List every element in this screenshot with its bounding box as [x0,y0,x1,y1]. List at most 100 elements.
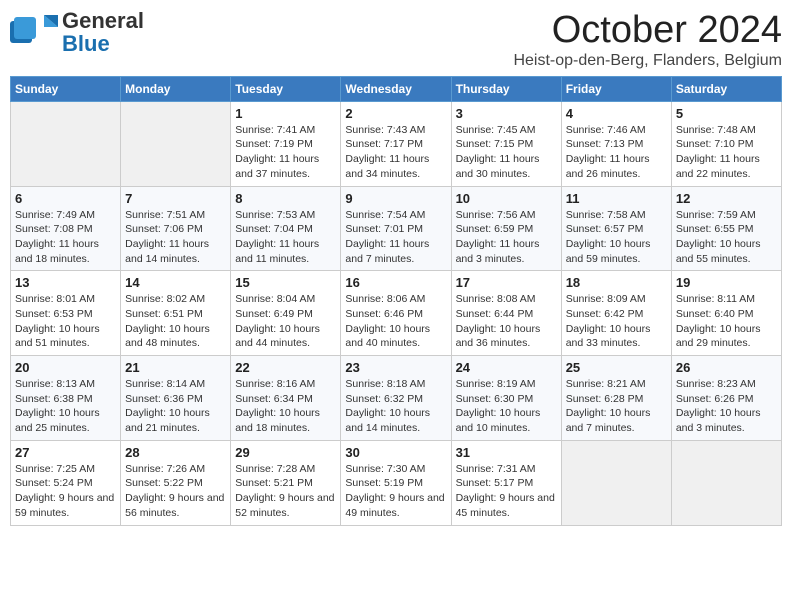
day-info: Sunrise: 8:02 AMSunset: 6:51 PMDaylight:… [125,292,226,351]
day-number: 28 [125,445,226,460]
calendar-cell: 3Sunrise: 7:45 AMSunset: 7:15 PMDaylight… [451,101,561,186]
day-info: Sunrise: 7:26 AMSunset: 5:22 PMDaylight:… [125,462,226,521]
day-header-wednesday: Wednesday [341,76,451,101]
calendar-cell: 6 Sunrise: 7:49 AMSunset: 7:08 PMDaylight… [11,186,121,271]
day-info: Sunrise: 8:08 AMSunset: 6:44 PMDaylight:… [456,292,557,351]
title-block: October 2024 Heist-op-den-Berg, Flanders… [513,10,782,70]
calendar-cell: 23 Sunrise: 8:18 AMSunset: 6:32 PMDayligh… [341,356,451,441]
calendar-cell [11,101,121,186]
day-info: Sunrise: 7:59 AMSunset: 6:55 PMDaylight:… [676,208,777,267]
day-header-tuesday: Tuesday [231,76,341,101]
day-number: 17 [456,275,557,290]
day-number: 21 [125,360,226,375]
day-info: Sunrise: 7:31 AMSunset: 5:17 PMDaylight:… [456,462,557,521]
day-number: 30 [345,445,446,460]
calendar-cell [561,440,671,525]
calendar-cell: 20 Sunrise: 8:13 AMSunset: 6:38 PMDayligh… [11,356,121,441]
logo-icon [10,13,58,53]
calendar-table: SundayMondayTuesdayWednesdayThursdayFrid… [10,76,782,526]
day-number: 12 [676,191,777,206]
day-info: Sunrise: 7:25 AMSunset: 5:24 PMDaylight:… [15,462,116,521]
day-info: Sunrise: 7:49 AMSunset: 7:08 PMDaylight:… [15,208,116,267]
day-number: 13 [15,275,116,290]
calendar-week-row: 6 Sunrise: 7:49 AMSunset: 7:08 PMDaylight… [11,186,782,271]
calendar-cell: 13 Sunrise: 8:01 AMSunset: 6:53 PMDayligh… [11,271,121,356]
calendar-cell: 9Sunrise: 7:54 AMSunset: 7:01 PMDaylight… [341,186,451,271]
day-info: Sunrise: 7:28 AMSunset: 5:21 PMDaylight:… [235,462,336,521]
day-number: 15 [235,275,336,290]
calendar-cell [121,101,231,186]
calendar-cell: 25 Sunrise: 8:21 AMSunset: 6:28 PMDayligh… [561,356,671,441]
day-number: 6 [15,191,116,206]
day-number: 22 [235,360,336,375]
day-info: Sunrise: 8:16 AMSunset: 6:34 PMDaylight:… [235,377,336,436]
day-info: Sunrise: 7:46 AMSunset: 7:13 PMDaylight:… [566,123,667,182]
day-number: 18 [566,275,667,290]
day-number: 24 [456,360,557,375]
calendar-header-row: SundayMondayTuesdayWednesdayThursdayFrid… [11,76,782,101]
day-info: Sunrise: 7:43 AMSunset: 7:17 PMDaylight:… [345,123,446,182]
day-info: Sunrise: 8:06 AMSunset: 6:46 PMDaylight:… [345,292,446,351]
day-number: 31 [456,445,557,460]
calendar-cell: 15 Sunrise: 8:04 AMSunset: 6:49 PMDayligh… [231,271,341,356]
calendar-cell: 31 Sunrise: 7:31 AMSunset: 5:17 PMDayligh… [451,440,561,525]
day-number: 19 [676,275,777,290]
calendar-cell: 14 Sunrise: 8:02 AMSunset: 6:51 PMDayligh… [121,271,231,356]
day-info: Sunrise: 7:53 AMSunset: 7:04 PMDaylight:… [235,208,336,267]
day-info: Sunrise: 8:21 AMSunset: 6:28 PMDaylight:… [566,377,667,436]
calendar-cell: 8 Sunrise: 7:53 AMSunset: 7:04 PMDaylight… [231,186,341,271]
day-info: Sunrise: 8:04 AMSunset: 6:49 PMDaylight:… [235,292,336,351]
day-number: 14 [125,275,226,290]
day-header-saturday: Saturday [671,76,781,101]
month-year: October 2024 [513,10,782,52]
calendar-cell: 18Sunrise: 8:09 AMSunset: 6:42 PMDayligh… [561,271,671,356]
calendar-cell: 27 Sunrise: 7:25 AMSunset: 5:24 PMDayligh… [11,440,121,525]
calendar-cell: 2 Sunrise: 7:43 AMSunset: 7:17 PMDaylight… [341,101,451,186]
day-number: 1 [235,106,336,121]
day-info: Sunrise: 7:41 AMSunset: 7:19 PMDaylight:… [235,123,336,182]
day-number: 2 [345,106,446,121]
day-number: 5 [676,106,777,121]
day-info: Sunrise: 8:14 AMSunset: 6:36 PMDaylight:… [125,377,226,436]
calendar-cell: 5 Sunrise: 7:48 AMSunset: 7:10 PMDaylight… [671,101,781,186]
day-number: 8 [235,191,336,206]
calendar-cell: 29 Sunrise: 7:28 AMSunset: 5:21 PMDayligh… [231,440,341,525]
logo-text: General Blue [62,8,144,56]
day-info: Sunrise: 7:51 AMSunset: 7:06 PMDaylight:… [125,208,226,267]
calendar-cell: 1 Sunrise: 7:41 AMSunset: 7:19 PMDaylight… [231,101,341,186]
location: Heist-op-den-Berg, Flanders, Belgium [513,52,782,70]
day-info: Sunrise: 8:19 AMSunset: 6:30 PMDaylight:… [456,377,557,436]
logo: General Blue [10,10,144,56]
calendar-cell: 28 Sunrise: 7:26 AMSunset: 5:22 PMDayligh… [121,440,231,525]
day-number: 23 [345,360,446,375]
day-number: 27 [15,445,116,460]
calendar-cell: 12 Sunrise: 7:59 AMSunset: 6:55 PMDayligh… [671,186,781,271]
day-info: Sunrise: 8:23 AMSunset: 6:26 PMDaylight:… [676,377,777,436]
day-info: Sunrise: 8:13 AMSunset: 6:38 PMDaylight:… [15,377,116,436]
day-number: 29 [235,445,336,460]
day-number: 4 [566,106,667,121]
calendar-week-row: 20 Sunrise: 8:13 AMSunset: 6:38 PMDayligh… [11,356,782,441]
calendar-cell: 21 Sunrise: 8:14 AMSunset: 6:36 PMDayligh… [121,356,231,441]
day-info: Sunrise: 7:30 AMSunset: 5:19 PMDaylight:… [345,462,446,521]
day-header-thursday: Thursday [451,76,561,101]
day-number: 10 [456,191,557,206]
calendar-cell: 17 Sunrise: 8:08 AMSunset: 6:44 PMDayligh… [451,271,561,356]
day-info: Sunrise: 8:18 AMSunset: 6:32 PMDaylight:… [345,377,446,436]
calendar-cell [671,440,781,525]
calendar-cell: 24 Sunrise: 8:19 AMSunset: 6:30 PMDayligh… [451,356,561,441]
calendar-cell: 11Sunrise: 7:58 AMSunset: 6:57 PMDayligh… [561,186,671,271]
day-info: Sunrise: 7:48 AMSunset: 7:10 PMDaylight:… [676,123,777,182]
calendar-week-row: 27 Sunrise: 7:25 AMSunset: 5:24 PMDayligh… [11,440,782,525]
day-header-sunday: Sunday [11,76,121,101]
day-number: 20 [15,360,116,375]
day-number: 16 [345,275,446,290]
day-number: 11 [566,191,667,206]
day-info: Sunrise: 8:11 AMSunset: 6:40 PMDaylight:… [676,292,777,351]
page-header: General Blue October 2024 Heist-op-den-B… [10,10,782,70]
calendar-cell: 19 Sunrise: 8:11 AMSunset: 6:40 PMDayligh… [671,271,781,356]
day-info: Sunrise: 8:01 AMSunset: 6:53 PMDaylight:… [15,292,116,351]
calendar-cell: 30 Sunrise: 7:30 AMSunset: 5:19 PMDayligh… [341,440,451,525]
calendar-week-row: 13 Sunrise: 8:01 AMSunset: 6:53 PMDayligh… [11,271,782,356]
day-number: 25 [566,360,667,375]
